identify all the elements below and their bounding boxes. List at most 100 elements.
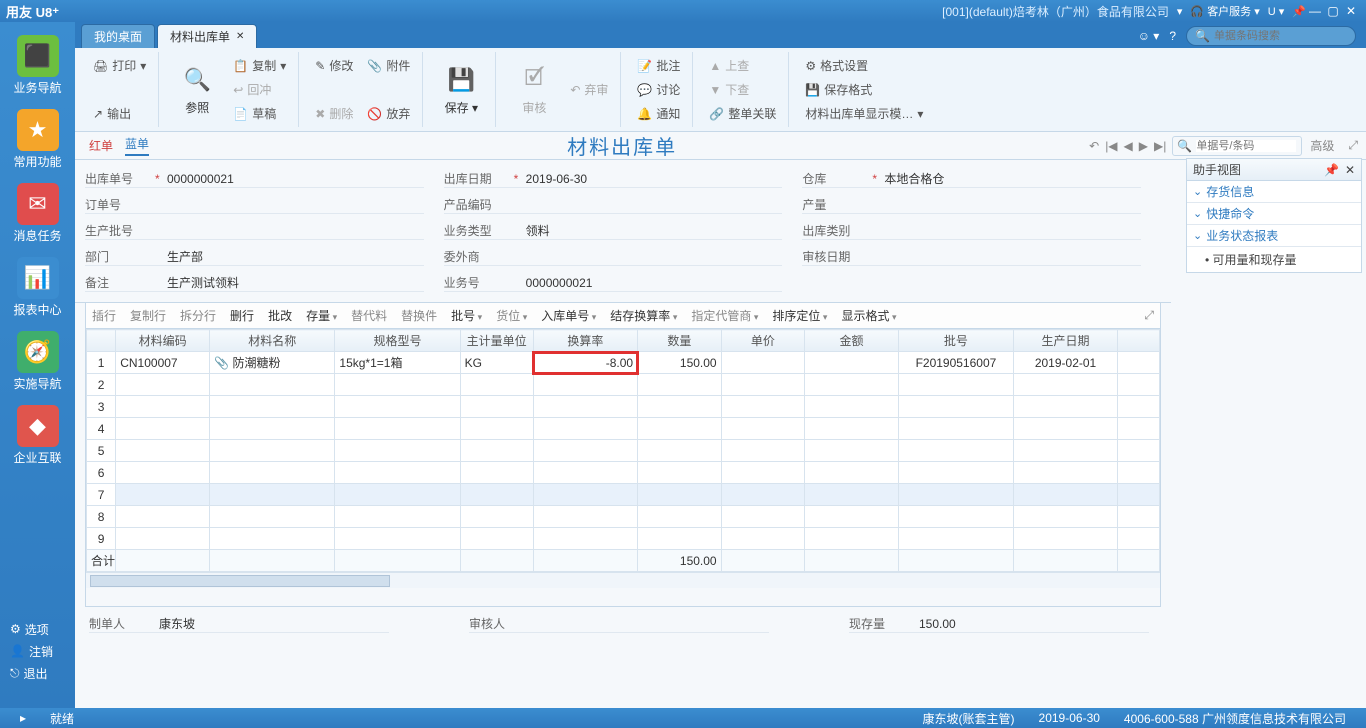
rewind-button[interactable]: ↩ 回冲 <box>229 79 290 101</box>
grid-row[interactable]: 6 <box>87 462 1160 484</box>
gb-more-icon[interactable]: ⤢ <box>1144 308 1154 323</box>
copy-button[interactable]: 📋 复制 ▾ <box>229 55 290 77</box>
up-button[interactable]: ▲ 上查 <box>705 55 780 77</box>
grid-row[interactable]: 8 <box>87 506 1160 528</box>
gb-splitrow[interactable]: 拆分行 <box>180 307 216 324</box>
grid-row-1[interactable]: 1 CN100007 📎 防潮糖粉 15kg*1=1箱 KG -8.00 150… <box>87 352 1160 374</box>
tab-material-out[interactable]: 材料出库单✕ <box>157 24 257 48</box>
expand-icon[interactable]: ⤢ <box>1348 138 1358 153</box>
nav-favorites[interactable]: ★常用功能 <box>8 104 68 174</box>
panel-close-icon[interactable]: ✕ <box>1345 163 1355 177</box>
sec-quick[interactable]: 快捷命令 <box>1187 203 1361 225</box>
reference-button[interactable]: 🔍参照 <box>171 63 223 116</box>
gb-keeper[interactable]: 指定代管商 <box>691 307 758 324</box>
barcode-input[interactable] <box>1214 30 1344 42</box>
dept-field[interactable]: 生产部 <box>167 248 203 265</box>
abandon-button[interactable]: 🚫 放弃 <box>363 103 414 125</box>
last-icon[interactable]: ▶| <box>1154 139 1166 153</box>
u-menu[interactable]: U ▾ <box>1268 5 1285 18</box>
cell-uom[interactable]: KG <box>460 352 533 374</box>
service-link[interactable]: 🎧 客户服务 ▾ <box>1190 3 1259 19</box>
doc-search-input[interactable] <box>1196 140 1296 152</box>
gb-lot[interactable]: 批号 <box>451 307 482 324</box>
options-link[interactable]: ⚙ 选项 <box>10 618 75 640</box>
sec-stock[interactable]: 存货信息 <box>1187 181 1361 203</box>
saveformat-button[interactable]: 💾 保存格式 <box>801 79 927 101</box>
h-scrollbar[interactable] <box>86 572 1160 588</box>
tab-desktop[interactable]: 我的桌面 <box>81 24 155 48</box>
cell-rate[interactable]: -8.00 <box>533 352 637 374</box>
print-button[interactable]: 🖨 打印 ▾ <box>89 55 150 77</box>
status-expand-icon[interactable]: ▸ <box>20 711 26 725</box>
notify-button[interactable]: 🔔 通知 <box>633 103 684 125</box>
discard-audit-button[interactable]: ↶ 弃审 <box>566 79 612 101</box>
pin-icon[interactable]: 📌 <box>1292 5 1306 18</box>
logout-link[interactable]: 👤 注销 <box>10 640 75 662</box>
minimize-button[interactable]: — <box>1306 4 1324 18</box>
sec-report[interactable]: 业务状态报表 <box>1187 225 1361 247</box>
item-available[interactable]: 可用量和现存量 <box>1187 247 1361 272</box>
maximize-button[interactable]: ▢ <box>1324 4 1342 18</box>
nav-business[interactable]: ⬛业务导航 <box>8 30 68 100</box>
remark-field[interactable]: 生产测试领料 <box>167 274 239 291</box>
help-icon[interactable]: ? <box>1169 29 1176 43</box>
gb-delrow[interactable]: 删行 <box>230 307 254 324</box>
nav-reports[interactable]: 📊报表中心 <box>8 252 68 322</box>
red-doc-link[interactable]: 红单 <box>89 137 113 154</box>
draft-button[interactable]: 📄 草稿 <box>229 103 290 125</box>
bno-field[interactable]: 0000000021 <box>526 276 593 290</box>
gb-batchmod[interactable]: 批改 <box>268 307 292 324</box>
dropdown-icon[interactable]: ▾ <box>1177 5 1183 18</box>
warehouse-field[interactable]: 本地合格仓 <box>884 170 944 187</box>
exit-link[interactable]: ⎋ 退出 <box>10 662 75 684</box>
pin-icon[interactable]: 📌 <box>1324 163 1339 177</box>
discuss-button[interactable]: 💬 讨论 <box>633 79 684 101</box>
gb-altpart[interactable]: 替换件 <box>401 307 437 324</box>
down-button[interactable]: ▼ 下查 <box>705 79 780 101</box>
audit-button[interactable]: 🗹审核 <box>508 63 560 116</box>
gb-stock[interactable]: 存量 <box>306 307 337 324</box>
cell-pdate[interactable]: 2019-02-01 <box>1013 352 1117 374</box>
cell-code[interactable]: CN100007 <box>116 352 210 374</box>
gb-loc[interactable]: 货位 <box>496 307 527 324</box>
gb-inno[interactable]: 入库单号 <box>541 307 596 324</box>
modify-button[interactable]: ✎ 修改 <box>311 55 357 77</box>
linkclose-button[interactable]: 🔗 整单关联 <box>705 103 780 125</box>
gb-convrate[interactable]: 结存换算率 <box>610 307 677 324</box>
cell-qty[interactable]: 150.00 <box>638 352 722 374</box>
displaytpl-button[interactable]: 材料出库单显示模… ▾ <box>801 103 927 125</box>
format-button[interactable]: ⚙ 格式设置 <box>801 55 927 77</box>
grid-row[interactable]: 4 <box>87 418 1160 440</box>
nav-interop[interactable]: ◆企业互联 <box>8 400 68 470</box>
grid-row[interactable]: 9 <box>87 528 1160 550</box>
cell-lot[interactable]: F20190516007 <box>899 352 1014 374</box>
undo-icon[interactable]: ↶ <box>1089 139 1099 153</box>
gb-altmat[interactable]: 替代料 <box>351 307 387 324</box>
nav-messages[interactable]: ✉消息任务 <box>8 178 68 248</box>
out-no-field[interactable]: 0000000021 <box>167 172 234 186</box>
grid-row[interactable]: 5 <box>87 440 1160 462</box>
doc-search[interactable]: 🔍 <box>1172 136 1302 156</box>
save-button[interactable]: 💾保存 ▾ <box>435 63 487 116</box>
tab-close-icon[interactable]: ✕ <box>236 31 244 42</box>
delete-button[interactable]: ✖ 删除 <box>311 103 357 125</box>
gb-dispfmt[interactable]: 显示格式 <box>841 307 896 324</box>
cell-name[interactable]: 📎 防潮糖粉 <box>210 352 335 374</box>
grid-row[interactable]: 2 <box>87 374 1160 396</box>
cell-amount[interactable] <box>805 352 899 374</box>
output-button[interactable]: ↗ 输出 <box>89 103 150 125</box>
cell-price[interactable] <box>721 352 805 374</box>
close-button[interactable]: ✕ <box>1342 4 1360 18</box>
advanced-link[interactable]: 高级 <box>1310 137 1334 154</box>
attach-button[interactable]: 📎 附件 <box>363 55 414 77</box>
grid-row[interactable]: 7 <box>87 484 1160 506</box>
btype-field[interactable]: 领料 <box>526 222 550 239</box>
gb-insrow[interactable]: 插行 <box>92 307 116 324</box>
grid-row[interactable]: 3 <box>87 396 1160 418</box>
nav-impl[interactable]: 🧭实施导航 <box>8 326 68 396</box>
blue-doc-link[interactable]: 蓝单 <box>125 135 149 156</box>
smiley-icon[interactable]: ☺ ▾ <box>1138 29 1160 43</box>
next-icon[interactable]: ▶ <box>1139 139 1148 153</box>
out-date-field[interactable]: 2019-06-30 <box>526 172 587 186</box>
barcode-search[interactable]: 🔍 <box>1186 26 1356 46</box>
